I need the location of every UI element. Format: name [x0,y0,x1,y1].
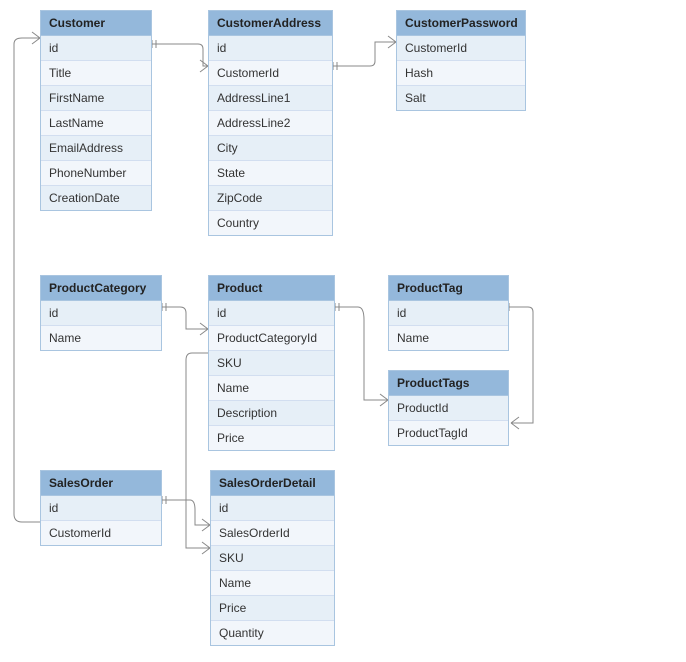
field-productid: ProductId [389,396,508,420]
field-firstname: FirstName [41,85,151,110]
entity-product-tags[interactable]: ProductTags ProductId ProductTagId [388,370,509,446]
entity-header: Customer [41,11,151,36]
field-customerid: CustomerId [397,36,525,60]
field-lastname: LastName [41,110,151,135]
field-addressline2: AddressLine2 [209,110,332,135]
field-title: Title [41,60,151,85]
entity-header: ProductCategory [41,276,161,301]
entity-customer-address[interactable]: CustomerAddress id CustomerId AddressLin… [208,10,333,236]
field-id: id [41,36,151,60]
entity-product-category[interactable]: ProductCategory id Name [40,275,162,351]
field-addressline1: AddressLine1 [209,85,332,110]
entity-sales-order[interactable]: SalesOrder id CustomerId [40,470,162,546]
field-productcategoryid: ProductCategoryId [209,325,334,350]
entity-header: CustomerPassword [397,11,525,36]
entity-header: ProductTag [389,276,508,301]
field-id: id [41,301,161,325]
field-name: Name [41,325,161,350]
field-id: id [389,301,508,325]
field-hash: Hash [397,60,525,85]
entity-header: SalesOrder [41,471,161,496]
field-country: Country [209,210,332,235]
field-name: Name [211,570,334,595]
field-price: Price [211,595,334,620]
entity-header: Product [209,276,334,301]
entity-header: SalesOrderDetail [211,471,334,496]
field-salesorderid: SalesOrderId [211,520,334,545]
entity-product[interactable]: Product id ProductCategoryId SKU Name De… [208,275,335,451]
field-phonenumber: PhoneNumber [41,160,151,185]
field-quantity: Quantity [211,620,334,645]
field-id: id [209,36,332,60]
field-emailaddress: EmailAddress [41,135,151,160]
entity-header: CustomerAddress [209,11,332,36]
field-id: id [41,496,161,520]
field-creationdate: CreationDate [41,185,151,210]
field-customerid: CustomerId [209,60,332,85]
field-name: Name [389,325,508,350]
field-sku: SKU [211,545,334,570]
field-customerid: CustomerId [41,520,161,545]
field-id: id [211,496,334,520]
field-state: State [209,160,332,185]
field-price: Price [209,425,334,450]
field-id: id [209,301,334,325]
field-zipcode: ZipCode [209,185,332,210]
field-sku: SKU [209,350,334,375]
field-producttagid: ProductTagId [389,420,508,445]
field-description: Description [209,400,334,425]
entity-header: ProductTags [389,371,508,396]
entity-sales-order-detail[interactable]: SalesOrderDetail id SalesOrderId SKU Nam… [210,470,335,646]
field-salt: Salt [397,85,525,110]
entity-customer-password[interactable]: CustomerPassword CustomerId Hash Salt [396,10,526,111]
entity-customer[interactable]: Customer id Title FirstName LastName Ema… [40,10,152,211]
field-city: City [209,135,332,160]
field-name: Name [209,375,334,400]
entity-product-tag[interactable]: ProductTag id Name [388,275,509,351]
